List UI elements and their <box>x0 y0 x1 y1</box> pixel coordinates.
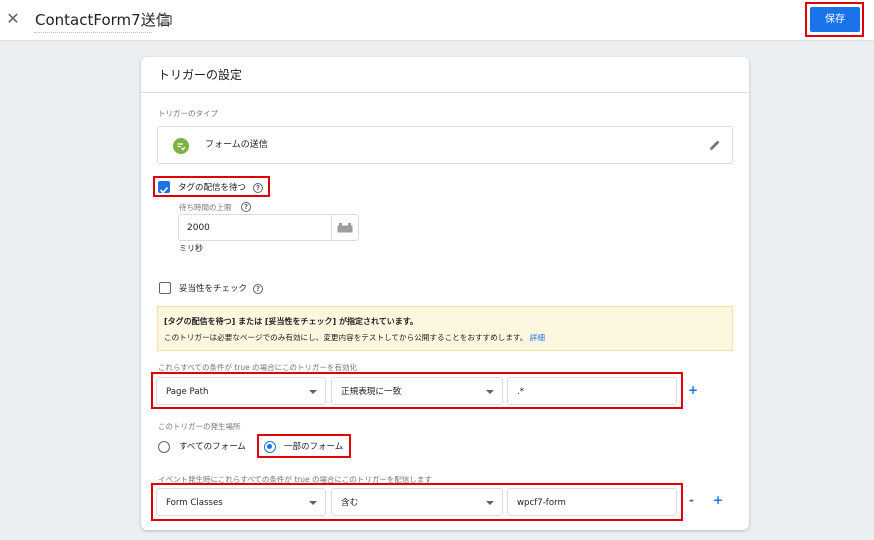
folder-icon[interactable] <box>158 13 172 25</box>
card-title: トリガーの設定 <box>158 68 243 82</box>
enable-variable-value: Page Path <box>166 387 209 397</box>
trigger-type-label: トリガーのタイプ <box>158 109 218 118</box>
fire-variable-value: Form Classes <box>166 498 223 508</box>
enable-operator-select[interactable]: 正規表現に一致 <box>331 377 503 405</box>
trigger-name-title[interactable]: ContactForm7送信 <box>35 9 171 31</box>
fire-operator-value: 含む <box>341 498 359 508</box>
add-condition-button[interactable]: + <box>713 493 723 507</box>
close-icon[interactable]: ✕ <box>5 9 21 29</box>
all-forms-label: すべてのフォーム <box>179 442 246 452</box>
enable-value-text: .* <box>517 387 525 397</box>
help-icon[interactable]: ? <box>241 202 251 212</box>
fire-value-text: wpcf7-form <box>517 498 566 508</box>
pencil-icon[interactable] <box>708 138 722 152</box>
check-validation-checkbox[interactable] <box>159 282 171 294</box>
wait-for-tags-checkbox[interactable] <box>158 181 170 194</box>
top-bar: ✕ ContactForm7送信 保存 <box>0 0 874 41</box>
trigger-type-name: フォームの送信 <box>205 140 268 150</box>
timeout-unit: ミリ秒 <box>179 244 203 253</box>
help-icon[interactable]: ? <box>253 183 263 193</box>
all-forms-radio[interactable] <box>158 441 170 453</box>
add-condition-button[interactable]: + <box>688 383 698 397</box>
check-validation-label: 妥当性をチェック <box>179 284 248 294</box>
some-forms-label: 一部のフォーム <box>284 442 344 452</box>
fire-variable-select[interactable]: Form Classes <box>156 488 326 516</box>
form-submit-icon <box>173 138 189 154</box>
save-button[interactable]: 保存 <box>810 7 860 32</box>
fire-value-input[interactable]: wpcf7-form <box>507 488 677 516</box>
wait-for-tags-label: タグの配信を待つ <box>178 183 247 193</box>
card-header: トリガーの設定 <box>141 57 749 93</box>
trigger-type-selector[interactable]: フォームの送信 <box>157 126 733 164</box>
warning-notice: [タグの配信を待つ] または [妥当性をチェック] が指定されています。 このト… <box>157 306 733 351</box>
chevron-down-icon <box>309 501 317 505</box>
enable-operator-value: 正規表現に一致 <box>341 387 402 397</box>
help-icon[interactable]: ? <box>253 284 263 294</box>
title-underline <box>34 32 152 33</box>
timeout-value: 2000 <box>187 223 210 233</box>
chevron-down-icon <box>309 390 317 394</box>
remove-condition-button[interactable]: - <box>689 493 694 507</box>
input-divider <box>331 215 332 240</box>
notice-details-link[interactable]: 詳細 <box>530 333 545 342</box>
notice-title: [タグの配信を待つ] または [妥当性をチェック] が指定されています。 <box>164 317 418 326</box>
fire-operator-select[interactable]: 含む <box>331 488 503 516</box>
chevron-down-icon <box>486 390 494 394</box>
timeout-input[interactable]: 2000 <box>178 214 359 241</box>
notice-body: このトリガーは必要なページでのみ有効にし、変更内容をテストしてから公開することを… <box>164 332 545 344</box>
timeout-label: 待ち時間の上限 <box>179 203 232 212</box>
some-forms-radio[interactable] <box>264 441 276 453</box>
enable-value-input[interactable]: .* <box>507 377 677 405</box>
fires-on-label: このトリガーの発生場所 <box>158 422 241 431</box>
enable-variable-select[interactable]: Page Path <box>156 377 326 405</box>
trigger-config-card: トリガーの設定 トリガーのタイプ フォームの送信 タグの配信を待つ ? 待ち時間… <box>141 57 749 530</box>
variable-picker-icon[interactable] <box>337 223 353 233</box>
notice-text: このトリガーは必要なページでのみ有効にし、変更内容をテストしてから公開することを… <box>164 333 528 342</box>
chevron-down-icon <box>486 501 494 505</box>
